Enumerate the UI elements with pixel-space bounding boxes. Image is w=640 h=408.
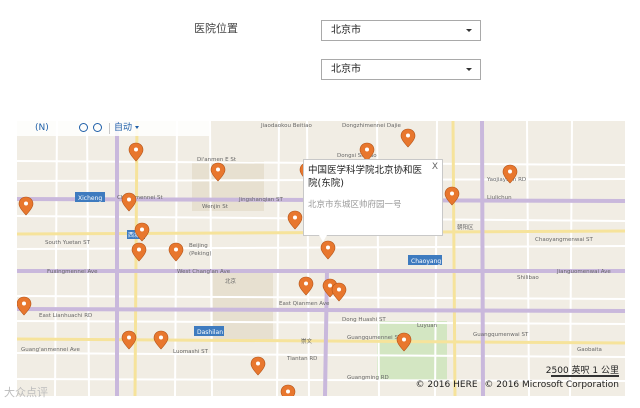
- label-chip-xicheng: Xicheng: [75, 192, 105, 202]
- map-scale: 2500 英呎 1 公里: [546, 363, 619, 377]
- map-label: Jianguomenwai Ave: [556, 269, 611, 275]
- map-style-button[interactable]: 自动: [114, 121, 140, 136]
- map-label: Guangming RD: [347, 375, 389, 381]
- map-label: Shilibao: [517, 275, 539, 281]
- svg-text:Dashilan: Dashilan: [197, 329, 223, 336]
- copyright-here: © 2016 HERE: [415, 380, 478, 390]
- map-label: Guangqumennei ST: [347, 335, 402, 341]
- map-label: Liulichun: [487, 195, 512, 201]
- map-label: 崇文: [301, 337, 313, 345]
- map-label: Beijing: [189, 243, 208, 249]
- map-label: Fuxingmennei Ave: [47, 269, 98, 275]
- map-label: Jiaodaokou Beitiao: [260, 123, 312, 129]
- zoom-out-icon[interactable]: [79, 123, 88, 132]
- label-chip-chaoyang: Chaoyang: [408, 255, 442, 265]
- map-label: Di'anmen E St: [197, 157, 237, 163]
- zoom-in-icon[interactable]: [93, 123, 102, 132]
- city-select[interactable]: 北京市: [321, 59, 481, 80]
- map-label: (Peking): [189, 251, 212, 257]
- map-label: Wenjin St: [202, 204, 229, 210]
- map-label: Luyuan: [417, 323, 438, 329]
- map-label: 朝阳区: [457, 223, 474, 231]
- location-label: 医院位置: [194, 22, 238, 35]
- province-select-value: 北京市: [331, 25, 361, 36]
- location-pin-icon[interactable]: [280, 384, 296, 396]
- svg-text:Chaoyang: Chaoyang: [411, 258, 441, 265]
- popup-pointer: [319, 235, 327, 242]
- map-toolbar: (N) 自动: [17, 121, 209, 136]
- map-label: South Yuetan ST: [45, 240, 91, 246]
- park-area: [377, 321, 447, 381]
- location-info-popup: 中国医学科学院北京协和医院(东院) 北京市东城区帅府园一号 X: [303, 159, 443, 236]
- popup-title: 中国医学科学院北京协和医院(东院): [308, 165, 423, 189]
- map-copyright: © 2016 HERE © 2016 Microsoft Corporation: [411, 380, 619, 390]
- chevron-down-icon: [466, 29, 472, 32]
- map-label: Gaobaita: [577, 347, 602, 353]
- map-label: Guang'anmennei Ave: [21, 347, 81, 353]
- compass-icon[interactable]: (N): [35, 121, 49, 136]
- map-view[interactable]: Jiaodaokou Beitiao Dongzhimennei Dajie D…: [17, 121, 625, 396]
- map-label: East Qianmen Ave: [279, 301, 330, 307]
- toolbar-divider: [109, 123, 110, 134]
- map-label: West Chang'an Ave: [177, 269, 231, 275]
- chevron-down-icon: [135, 126, 140, 129]
- map-label: Jingshanqian ST: [238, 197, 283, 203]
- province-select[interactable]: 北京市: [321, 20, 481, 41]
- label-chip-dashilan: Dashilan: [194, 326, 224, 336]
- city-select-value: 北京市: [331, 64, 361, 75]
- map-label: Guangqumenwai ST: [473, 332, 529, 338]
- map-label: Chaoyangmenwai ST: [535, 237, 594, 243]
- map-label: Dongzhimennei Dajie: [342, 123, 402, 129]
- popup-address: 北京市东城区帅府园一号: [308, 200, 402, 210]
- map-label: 北京: [225, 277, 237, 285]
- map-label: East Lianhuachi RD: [39, 313, 92, 319]
- chevron-down-icon: [466, 68, 472, 71]
- svg-text:Xicheng: Xicheng: [78, 195, 102, 202]
- scale-bar: [551, 375, 619, 377]
- watermark-logo: 大众点评: [4, 386, 48, 399]
- map-label: Dong Huashi ST: [342, 317, 386, 323]
- copyright-microsoft: © 2016 Microsoft Corporation: [484, 380, 619, 390]
- map-label: Luomashi ST: [173, 349, 209, 355]
- map-label: Tiantan RD: [286, 356, 317, 362]
- close-icon[interactable]: X: [432, 162, 438, 172]
